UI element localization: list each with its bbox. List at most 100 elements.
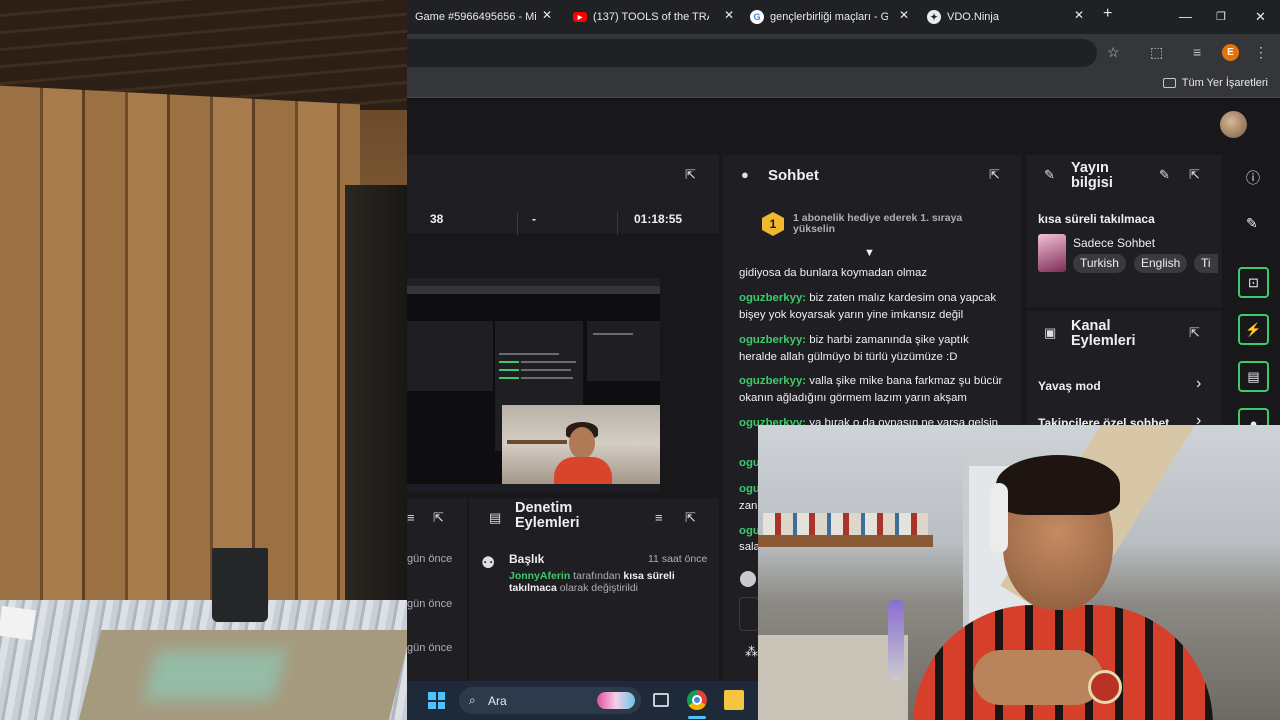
all-bookmarks-button[interactable]: Tüm Yer İşaretleri (1162, 77, 1268, 89)
note-icon: ▤ (1247, 368, 1260, 384)
event-time: gün önce (407, 598, 453, 610)
moderation-title: Denetim Eylemleri (515, 500, 580, 531)
chat-input[interactable] (739, 597, 759, 631)
plant-pot (212, 548, 268, 622)
windows-start-icon[interactable] (428, 692, 445, 709)
filter-icon[interactable]: ≡ (407, 510, 415, 525)
tab-vdo-ninja[interactable]: ✦ VDO.Ninja (927, 6, 1057, 28)
tag-pill[interactable]: Turkish (1073, 254, 1126, 273)
emote-icon (740, 571, 756, 587)
stream-info-panel: ✎ Yayın bilgisi ✎ ⇱ kısa süreli takılmac… (1026, 155, 1222, 307)
stream-preview[interactable] (407, 278, 660, 492)
activity-feed-panel: ≡ ⇱ gün önce gün önce gün önce (407, 498, 467, 681)
camera-icon: ⊡ (1248, 274, 1259, 290)
vacuum-cleaner (888, 600, 904, 680)
chat-message: gidiyosa da bunlara koymadan olmaz (739, 267, 928, 279)
event-time: gün önce (407, 553, 453, 565)
category-box-art (1038, 234, 1066, 272)
new-tab-button[interactable]: + (1103, 5, 1112, 23)
tab-bar: Game #5966495656 - Min… ✕ ▶ (137) TOOLS … (407, 0, 1280, 34)
pencil-icon[interactable]: ✎ (1159, 167, 1170, 183)
chat-title: Sohbet (768, 167, 819, 184)
media-control-icon[interactable]: ≡ (1193, 44, 1201, 60)
moderation-actions-panel: ▤ Denetim Eylemleri ≡ ⇱ ⚉ Başlık 11 saat… (469, 498, 719, 681)
minimize-button[interactable]: — (1179, 9, 1192, 24)
bookmarks-bar: Tüm Yer İşaretleri (407, 72, 1280, 98)
user-icon: ⚉ (481, 555, 496, 572)
dark-wall-side (345, 185, 407, 615)
clip-button[interactable]: ⊡ (1238, 267, 1269, 298)
restore-button[interactable]: ❐ (1216, 10, 1226, 23)
gift-rank-text: 1 abonelik hediye ederek 1. sıraya yükse… (793, 212, 963, 235)
channel-icon: ▣ (1044, 325, 1057, 340)
tag-pill[interactable]: Ti (1194, 254, 1218, 273)
extensions-icon[interactable]: ⬚ (1150, 44, 1163, 61)
stream-info-title: Yayın bilgisi (1071, 160, 1113, 191)
search-highlight-icon (597, 692, 635, 709)
chat-user-partial: ogu (739, 457, 760, 469)
chrome-icon[interactable] (687, 690, 707, 710)
menu-icon[interactable]: ⋮ (1254, 44, 1268, 61)
list-icon: ▤ (489, 510, 502, 525)
close-icon[interactable]: ✕ (542, 8, 552, 22)
popout-icon[interactable]: ⇱ (685, 510, 696, 526)
event-time: gün önce (407, 642, 453, 654)
tab-youtube[interactable]: ▶ (137) TOOLS of the TRADE (573, 6, 709, 28)
search-icon: ⌕ (469, 693, 476, 707)
follower-count: - (532, 212, 536, 226)
stream-category[interactable]: Sadece Sohbet (1073, 236, 1155, 250)
right-webcam-feed (758, 425, 1280, 720)
close-icon[interactable]: ✕ (899, 8, 909, 22)
active-app-indicator (688, 716, 706, 719)
user-avatar[interactable] (1220, 111, 1247, 138)
top-nav (407, 99, 1280, 151)
quick-action-button[interactable]: ⚡ (1238, 314, 1269, 345)
pencil-icon[interactable]: ✎ (1246, 215, 1258, 232)
popout-icon[interactable]: ⇱ (1189, 325, 1200, 341)
chevron-right-icon[interactable]: › (1196, 375, 1201, 393)
headphones (990, 483, 1008, 553)
chat-user-partial: ogu (739, 525, 760, 537)
left-webcam-feed (0, 0, 407, 720)
wood-paneling (0, 85, 360, 625)
person-hands (973, 650, 1103, 705)
tab-google[interactable]: G gençlerbirliği maçları - Goo… (750, 6, 888, 28)
omnibox[interactable] (407, 39, 1097, 67)
tab-minecraft[interactable]: Game #5966495656 - Min… (415, 6, 537, 28)
filter-icon[interactable]: ≡ (655, 510, 663, 525)
chat-message: oguzberkyy: biz harbi zamanında şike yap… (739, 334, 969, 363)
popout-icon[interactable]: ⇱ (685, 167, 696, 183)
slow-mode-item[interactable]: Yavaş mod (1038, 379, 1101, 393)
settings-icon[interactable]: ⁂ (745, 644, 758, 660)
chat-text-partial: zan (739, 500, 758, 512)
task-view-icon[interactable] (653, 693, 669, 707)
notes-button[interactable]: ▤ (1238, 361, 1269, 392)
close-icon[interactable]: ✕ (1074, 8, 1084, 22)
popout-icon[interactable]: ⇱ (433, 510, 444, 526)
chevron-down-icon[interactable]: ▼ (864, 247, 875, 259)
channel-actions-panel: ▣ Kanal Eylemleri ⇱ Yavaş mod › Takipçil… (1026, 311, 1222, 430)
channel-actions-title: Kanal Eylemleri (1071, 318, 1136, 349)
log-entry-title: Başlık (509, 552, 545, 566)
taskbar-search[interactable]: ⌕ Ara (459, 687, 641, 714)
profile-avatar[interactable]: E (1222, 44, 1239, 61)
folder-icon (1162, 78, 1176, 88)
stream-title: kısa süreli takılmaca (1038, 212, 1155, 226)
chat-text-partial: sala (739, 541, 760, 553)
file-explorer-icon[interactable] (724, 690, 744, 710)
stream-stats: 38 - 01:18:55 (407, 203, 719, 238)
star-icon[interactable]: ☆ (1107, 44, 1120, 61)
chat-user-partial: ogu (739, 483, 760, 495)
popout-icon[interactable]: ⇱ (1189, 167, 1200, 183)
tag-pill[interactable]: English (1134, 254, 1188, 273)
close-icon[interactable]: ✕ (724, 8, 734, 22)
log-entry-text: JonnyAferin tarafından kısa süreli takıl… (509, 570, 675, 594)
wall-shelf (758, 535, 933, 547)
paper-sheet (0, 605, 36, 641)
popout-icon[interactable]: ⇱ (989, 167, 1000, 183)
info-icon[interactable]: ⓘ (1246, 168, 1260, 188)
google-icon: G (750, 10, 764, 24)
shelf-items (763, 513, 928, 535)
cardboard-sheet (78, 630, 407, 720)
close-window-button[interactable]: ✕ (1255, 9, 1266, 25)
